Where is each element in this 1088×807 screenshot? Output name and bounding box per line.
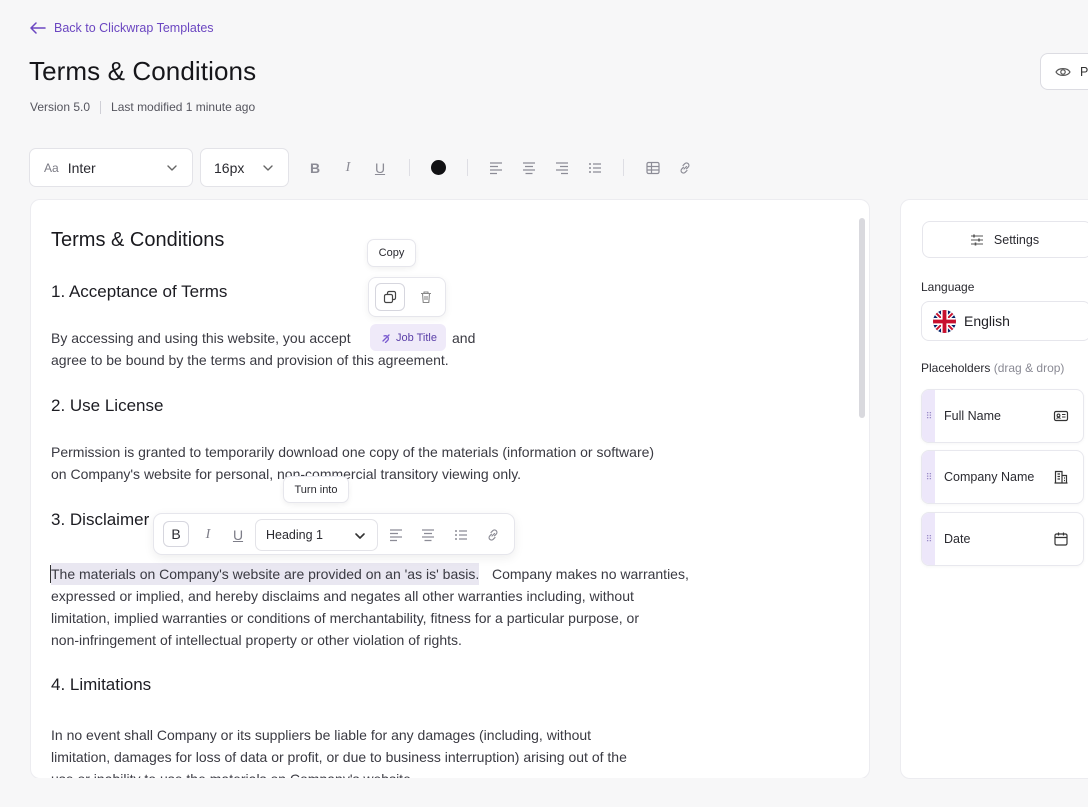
document-meta: Version 5.0 Last modified 1 minute ago <box>30 100 255 114</box>
font-prefix-icon: Aa <box>44 160 59 175</box>
chevron-down-icon <box>353 529 367 543</box>
arrow-left-icon <box>30 22 46 34</box>
document-title[interactable]: Terms & Conditions <box>51 229 224 252</box>
chevron-down-icon <box>262 162 274 174</box>
text-caret <box>50 565 51 583</box>
font-size-select[interactable]: 16px <box>200 148 289 187</box>
language-value: English <box>964 313 1010 329</box>
eye-icon <box>1055 66 1071 78</box>
paragraph-line: limitation, implied warranties or condit… <box>51 610 639 626</box>
table-icon[interactable] <box>643 158 663 178</box>
link-icon[interactable] <box>675 158 695 178</box>
bold-button[interactable]: B <box>163 521 189 547</box>
block-type-select[interactable]: Heading 1 <box>255 519 378 551</box>
section-heading[interactable]: 1. Acceptance of Terms <box>51 282 227 302</box>
drag-handle-icon[interactable]: ⠿ <box>922 513 935 565</box>
placeholders-label: Placeholders (drag & drop) <box>921 361 1064 375</box>
toolbar-divider <box>409 159 410 176</box>
font-family-value: Inter <box>67 159 96 176</box>
back-link[interactable]: Back to Clickwrap Templates <box>30 21 214 35</box>
preview-button-label: Pr <box>1080 64 1088 79</box>
copy-button[interactable] <box>375 283 405 311</box>
placeholder-item-full-name[interactable]: ⠿ Full Name <box>921 389 1084 443</box>
paragraph-line: on Company's website for personal, non-c… <box>51 466 522 482</box>
drag-handle-icon[interactable]: ⠿ <box>922 390 935 442</box>
text-color-button[interactable] <box>431 160 446 175</box>
underline-button[interactable]: U <box>228 524 248 546</box>
paragraph-line: expressed or implied, and hereby disclai… <box>51 588 634 604</box>
delete-button[interactable] <box>411 283 441 311</box>
paragraph-line: The materials on Company's website are p… <box>51 563 480 585</box>
editor-bottom-mask <box>30 778 870 807</box>
italic-button[interactable]: I <box>338 158 358 178</box>
editor-scrollbar[interactable] <box>859 218 865 418</box>
paragraph-line-tail: Company makes no warranties, <box>492 566 689 582</box>
preview-button[interactable]: Pr <box>1040 53 1088 90</box>
tag-icon <box>381 333 391 343</box>
section-heading[interactable]: 4. Limitations <box>51 675 151 695</box>
italic-button[interactable]: I <box>198 524 218 546</box>
last-modified-label: Last modified 1 minute ago <box>111 100 256 114</box>
align-center-icon[interactable] <box>418 524 438 546</box>
placeholder-label: Date <box>944 532 971 546</box>
paragraph-line: limitation, damages for loss of data or … <box>51 749 627 765</box>
paragraph-line: Permission is granted to temporarily dow… <box>51 444 655 460</box>
meta-divider <box>100 100 102 114</box>
link-icon[interactable] <box>483 524 503 546</box>
toolbar-divider <box>467 159 468 176</box>
font-family-select[interactable]: Aa Inter <box>29 148 193 187</box>
placeholder-item-date[interactable]: ⠿ Date <box>921 512 1084 566</box>
align-center-icon[interactable] <box>519 158 539 178</box>
section-heading[interactable]: 2. Use License <box>51 396 163 416</box>
bullet-list-icon[interactable] <box>585 158 605 178</box>
placeholder-chip-label: Job Title <box>396 331 437 344</box>
back-link-label: Back to Clickwrap Templates <box>54 21 214 35</box>
toolbar-divider <box>623 159 624 176</box>
settings-button-label: Settings <box>993 232 1040 247</box>
paragraph-line: In no event shall Company or its supplie… <box>51 727 592 743</box>
copy-icon <box>382 289 398 305</box>
placeholders-hint: (drag & drop) <box>993 361 1065 375</box>
drag-handle-icon[interactable]: ⠿ <box>922 451 935 503</box>
placeholder-chip[interactable]: Job Title <box>370 324 446 351</box>
calendar-icon <box>1053 531 1069 547</box>
settings-button[interactable]: Settings <box>922 221 1088 258</box>
language-select[interactable]: English <box>921 301 1088 341</box>
id-card-icon <box>1053 409 1069 423</box>
placeholder-label: Company Name <box>944 470 1035 484</box>
align-left-icon[interactable] <box>486 158 506 178</box>
align-right-icon[interactable] <box>552 158 572 178</box>
trash-icon <box>418 289 434 305</box>
page-title: Terms & Conditions <box>29 56 257 86</box>
chevron-down-icon <box>166 162 178 174</box>
block-actions-menu <box>368 277 446 317</box>
block-type-value: Heading 1 <box>266 528 323 542</box>
placeholder-label: Full Name <box>944 409 1001 423</box>
underline-button[interactable]: U <box>370 158 390 178</box>
uk-flag-icon <box>933 309 956 333</box>
placeholders-title: Placeholders <box>921 361 991 375</box>
section-paragraph[interactable]: Permission is granted to temporarily dow… <box>51 441 654 485</box>
paragraph-line: non-infringement of intellectual propert… <box>51 632 462 648</box>
bold-button[interactable]: B <box>305 158 325 178</box>
placeholder-item-company-name[interactable]: ⠿ Company Name <box>921 450 1084 504</box>
font-size-value: 16px <box>214 159 245 176</box>
version-label: Version 5.0 <box>30 100 91 114</box>
floating-format-toolbar: B I U Heading 1 <box>153 513 515 555</box>
bullet-list-icon[interactable] <box>451 524 471 546</box>
sliders-icon <box>969 233 985 247</box>
turn-into-tooltip: Turn into <box>283 476 349 503</box>
align-left-icon[interactable] <box>386 524 406 546</box>
paragraph-line-tail: and <box>452 330 476 346</box>
paragraph-line: agree to be bound by the terms and provi… <box>51 352 449 368</box>
copy-tooltip: Copy <box>367 239 416 267</box>
building-icon <box>1053 469 1069 485</box>
section-heading[interactable]: 3. Disclaimer <box>51 510 149 530</box>
language-label: Language <box>921 280 975 294</box>
